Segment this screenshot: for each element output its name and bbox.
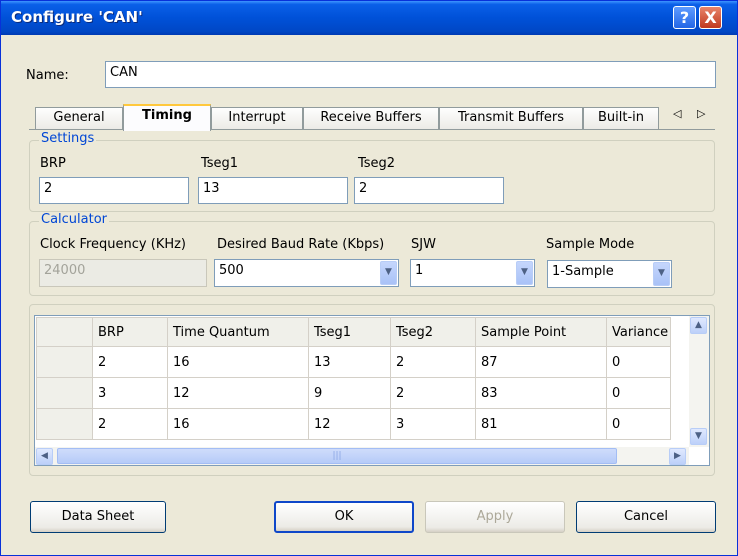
table-cell[interactable]: 16 [167,346,309,378]
scroll-left-icon[interactable]: ◀ [36,448,53,465]
tab-general[interactable]: General [35,107,123,129]
tab-interrupt[interactable]: Interrupt [211,107,303,129]
sample-mode-value: 1-Sample [552,264,614,279]
table-row[interactable]: 2 16 12 3 81 0 [36,408,671,440]
column-header[interactable]: BRP [92,317,168,347]
results-table: BRP Time Quantum Tseg1 Tseg2 Sample Poin… [36,317,671,440]
table-row[interactable]: 2 16 13 2 87 0 [36,346,671,378]
row-header-corner [36,317,93,347]
tseg2-label: Tseg2 [358,156,396,171]
tab-built-in[interactable]: Built-in [583,107,659,129]
table-cell[interactable]: 0 [606,408,671,440]
window-title: Configure 'CAN' [11,8,143,26]
column-header[interactable]: Time Quantum [167,317,309,347]
table-cell[interactable]: 83 [475,377,607,409]
table-cell[interactable]: 81 [475,408,607,440]
scroll-down-icon[interactable]: ▼ [690,428,707,445]
scroll-right-icon[interactable]: ▶ [669,448,686,465]
baud-rate-select[interactable]: 500 ▼ [214,259,399,287]
column-header[interactable]: Variance [606,317,671,347]
table-cell[interactable]: 3 [390,408,476,440]
clock-frequency-field: 24000 [39,259,207,287]
tab-receive-buffers[interactable]: Receive Buffers [303,107,439,129]
table-cell[interactable]: 0 [606,346,671,378]
row-header[interactable] [36,408,93,440]
table-cell[interactable]: 3 [92,377,168,409]
brp-label: BRP [40,156,66,171]
tseg1-label: Tseg1 [201,156,239,171]
name-label: Name: [26,68,69,83]
horizontal-scrollbar[interactable]: ◀ ||| ▶ [35,447,689,465]
chevron-down-icon[interactable]: ▼ [516,261,533,285]
calculator-legend: Calculator [39,212,110,227]
table-cell[interactable]: 12 [308,408,391,440]
cancel-button[interactable]: Cancel [576,501,716,533]
table-cell[interactable]: 0 [606,377,671,409]
scroll-up-icon[interactable]: ▲ [690,317,707,334]
clock-frequency-label: Clock Frequency (KHz) [40,237,187,252]
data-sheet-button[interactable]: Data Sheet [30,501,166,533]
close-button[interactable]: X [699,6,722,29]
configure-dialog: Configure 'CAN' ? X Name: CAN General Ti… [0,0,738,556]
table-cell[interactable]: 9 [308,377,391,409]
tab-scroll-arrows[interactable]: ◁ ▷ [673,107,711,120]
tseg1-field[interactable]: 13 [198,177,348,204]
tseg2-field[interactable]: 2 [354,177,504,204]
help-button[interactable]: ? [673,6,696,29]
table-row[interactable]: 3 12 9 2 83 0 [36,377,671,409]
tab-timing[interactable]: Timing [123,104,211,131]
column-header[interactable]: Sample Point [475,317,607,347]
table-header-row: BRP Time Quantum Tseg1 Tseg2 Sample Poin… [36,317,671,347]
title-bar: Configure 'CAN' ? X [1,1,737,35]
row-header[interactable] [36,346,93,378]
sample-mode-select[interactable]: 1-Sample ▼ [547,260,672,288]
ok-button[interactable]: OK [274,501,414,533]
column-header[interactable]: Tseg2 [390,317,476,347]
vertical-scrollbar[interactable]: ▲ ▼ [689,316,709,447]
settings-legend: Settings [39,131,97,146]
scrollbar-thumb[interactable]: ||| [57,448,617,464]
baud-rate-label: Desired Baud Rate (Kbps) [217,237,385,252]
row-header[interactable] [36,377,93,409]
table-cell[interactable]: 2 [92,408,168,440]
sjw-label: SJW [411,237,436,252]
sjw-select[interactable]: 1 ▼ [410,259,535,287]
table-cell[interactable]: 16 [167,408,309,440]
table-cell[interactable]: 2 [390,346,476,378]
tab-transmit-buffers[interactable]: Transmit Buffers [439,107,583,129]
sjw-value: 1 [415,263,424,278]
chevron-down-icon[interactable]: ▼ [653,262,670,286]
table-cell[interactable]: 12 [167,377,309,409]
table-cell[interactable]: 87 [475,346,607,378]
name-field[interactable]: CAN [105,61,716,88]
column-header[interactable]: Tseg1 [308,317,391,347]
brp-field[interactable]: 2 [39,177,189,204]
sample-mode-label: Sample Mode [546,237,635,252]
apply-button[interactable]: Apply [425,501,565,533]
baud-rate-value: 500 [219,263,244,278]
table-cell[interactable]: 13 [308,346,391,378]
table-cell[interactable]: 2 [390,377,476,409]
table-cell[interactable]: 2 [92,346,168,378]
chevron-down-icon[interactable]: ▼ [380,261,397,285]
